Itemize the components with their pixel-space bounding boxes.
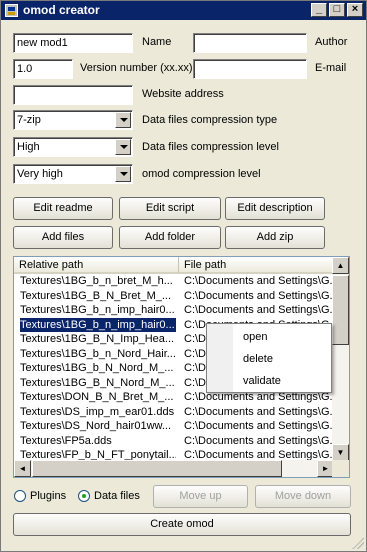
title-bar: omod creator _ □ × — [1, 1, 366, 20]
context-menu-open[interactable]: open — [243, 326, 267, 348]
chevron-down-icon[interactable] — [115, 166, 131, 182]
relative-path-cell: Textures\DS_imp_m_ear01.dds — [20, 405, 175, 418]
relative-path-cell: Textures\FP5a.dds — [20, 434, 112, 447]
relative-path-cell: Textures\1BG_b_n_Nord_Hair... — [20, 347, 176, 360]
table-row[interactable]: Textures\1BG_b_n_imp_hair0... C:\Document… — [14, 303, 336, 318]
file-path-cell: C:\Documents and Settings\G... — [184, 304, 336, 316]
column-relative-path[interactable]: Relative path — [14, 257, 179, 274]
file-path-cell: C:\Documents and Settings\G... — [184, 289, 336, 302]
data-files-radio-label: Data files — [94, 490, 140, 502]
email-label: E-mail — [315, 62, 347, 74]
relative-path-cell: Textures\DS_Nord_hair01ww... — [20, 420, 172, 432]
relative-path-cell: Textures\1BG_B_N_Bret_M_... — [20, 289, 172, 302]
relative-path-cell: Textures\1BG_b_n_imp_hair0... — [20, 317, 176, 332]
compression-level-label: Data files compression level — [142, 141, 279, 153]
chevron-down-icon[interactable] — [115, 112, 131, 128]
add-zip-button[interactable]: Add zip — [225, 226, 325, 249]
omod-creator-window: omod creator _ □ × new mod1 Name Author … — [0, 0, 367, 552]
vertical-scroll-thumb[interactable] — [332, 275, 349, 345]
name-input[interactable]: new mod1 — [13, 33, 133, 53]
website-input[interactable] — [13, 85, 133, 105]
table-row[interactable]: Textures\1BG_b_n_bret_M_h... C:\Documents… — [14, 274, 336, 289]
scroll-left-icon[interactable]: ◄ — [14, 460, 31, 477]
website-label: Website address — [142, 88, 224, 100]
horizontal-scrollbar[interactable]: ◄ ► — [14, 460, 334, 477]
chevron-down-icon[interactable] — [115, 139, 131, 155]
relative-path-cell: Textures\1BG_B_N_Nord_M_... — [20, 376, 175, 389]
horizontal-scroll-thumb[interactable] — [32, 460, 282, 477]
name-label: Name — [142, 36, 172, 48]
compression-type-select[interactable]: 7-zip — [13, 110, 133, 130]
file-path-cell: C:\Documents and Settings\G... — [184, 405, 336, 418]
relative-path-cell: Textures\1BG_b_n_imp_hair0... — [20, 304, 175, 316]
plugins-radio-label: Plugins — [30, 490, 67, 502]
file-path-cell: C:\Documents and Settings\G... — [184, 434, 336, 447]
email-input[interactable] — [193, 59, 307, 79]
add-folder-button[interactable]: Add folder — [119, 226, 221, 249]
author-input[interactable] — [193, 33, 307, 53]
window-title: omod creator — [23, 3, 100, 17]
omod-compression-label: omod compression level — [142, 168, 261, 180]
plugins-radio[interactable] — [14, 490, 26, 502]
compression-type-value: 7-zip — [17, 114, 41, 126]
add-files-button[interactable]: Add files — [13, 226, 113, 249]
list-header: Relative path File path — [14, 257, 334, 274]
author-label: Author — [315, 36, 348, 48]
table-row[interactable]: Textures\FP5a.dds C:\Documents and Settin… — [14, 434, 336, 449]
omod-compression-value: Very high — [17, 168, 63, 180]
omod-compression-select[interactable]: Very high — [13, 164, 133, 184]
close-icon[interactable]: × — [347, 3, 363, 17]
vertical-scrollbar[interactable]: ▲ ▼ — [332, 257, 349, 461]
resize-grip-icon[interactable] — [352, 537, 364, 549]
relative-path-cell: Textures\DON_B_N_Bret_M_... — [20, 391, 174, 403]
minimize-icon[interactable]: _ — [311, 3, 327, 17]
table-row[interactable]: Textures\DS_Nord_hair01ww... C:\Documents… — [14, 419, 336, 434]
table-row[interactable]: Textures\DS_imp_m_ear01.dds C:\Documents … — [14, 405, 336, 420]
compression-level-value: High — [17, 141, 40, 153]
version-input[interactable]: 1.0 — [13, 59, 73, 79]
table-row[interactable]: Textures\1BG_B_N_Bret_M_... C:\Documents … — [14, 289, 336, 304]
file-path-cell: C:\Documents and Settings\G... — [184, 420, 336, 432]
context-menu: open delete validate — [206, 323, 332, 393]
move-down-button[interactable]: Move down — [255, 485, 351, 508]
context-menu-delete[interactable]: delete — [243, 348, 273, 370]
compression-level-select[interactable]: High — [13, 137, 133, 157]
version-label: Version number (xx.xx) — [80, 62, 193, 74]
relative-path-cell: Textures\1BG_b_N_Nord_M_... — [20, 362, 174, 374]
edit-description-button[interactable]: Edit description — [225, 197, 325, 220]
scroll-down-icon[interactable]: ▼ — [332, 444, 349, 461]
context-menu-gutter — [207, 324, 233, 392]
data-files-radio[interactable] — [78, 490, 90, 502]
maximize-icon[interactable]: □ — [329, 3, 345, 17]
scrollbar-corner — [332, 460, 349, 477]
file-path-cell: C:\Documents and Settings\G... — [184, 275, 336, 287]
context-menu-validate[interactable]: validate — [243, 370, 281, 392]
edit-script-button[interactable]: Edit script — [119, 197, 221, 220]
relative-path-cell: Textures\1BG_b_n_bret_M_h... — [20, 275, 173, 287]
compression-type-label: Data files compression type — [142, 114, 278, 126]
relative-path-cell: Textures\1BG_B_N_Imp_Hea... — [20, 333, 175, 345]
app-icon — [5, 4, 18, 17]
create-omod-button[interactable]: Create omod — [13, 513, 351, 536]
edit-readme-button[interactable]: Edit readme — [13, 197, 113, 220]
move-up-button[interactable]: Move up — [153, 485, 248, 508]
scroll-up-icon[interactable]: ▲ — [332, 257, 349, 274]
column-file-path[interactable]: File path — [179, 257, 334, 274]
